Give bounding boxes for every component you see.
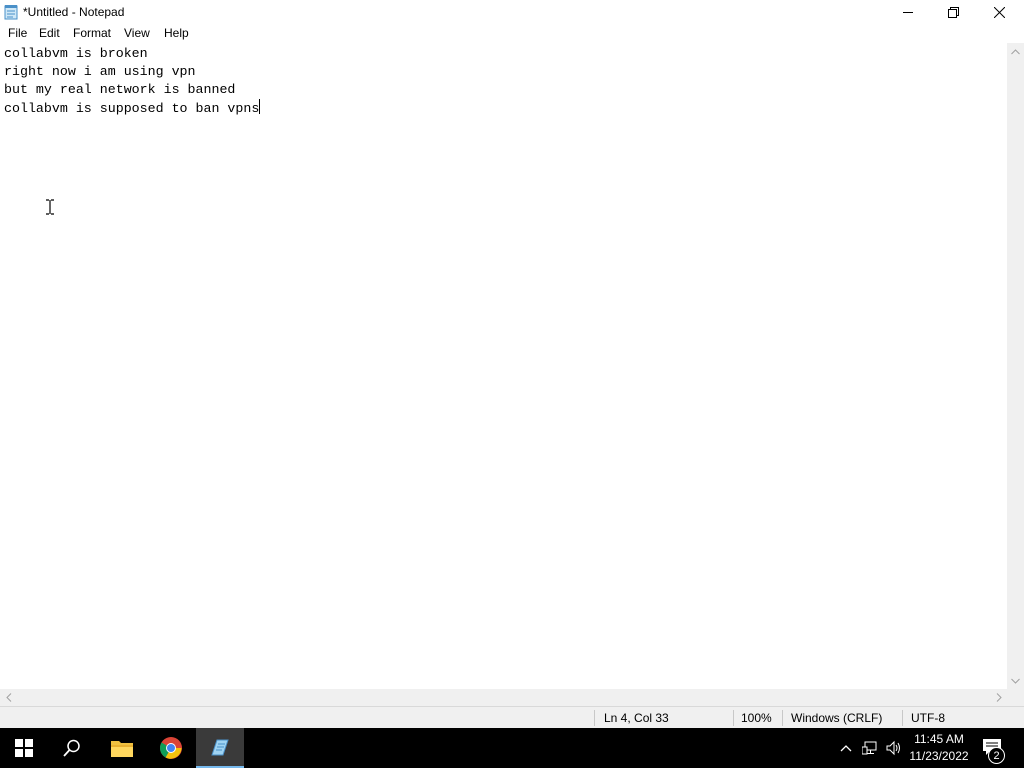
text-editor[interactable]: collabvm is broken right now i am using v… bbox=[0, 43, 1007, 689]
notepad-icon bbox=[211, 739, 229, 756]
search-button[interactable] bbox=[48, 728, 96, 768]
scroll-left-icon[interactable] bbox=[0, 689, 17, 706]
taskbar: 11:45 AM 11/23/2022 2 bbox=[0, 728, 1024, 768]
chrome-icon bbox=[160, 737, 182, 759]
start-icon bbox=[15, 739, 33, 757]
notification-count-badge: 2 bbox=[988, 747, 1005, 764]
clock-time: 11:45 AM bbox=[914, 732, 964, 746]
network-button[interactable] bbox=[862, 740, 878, 756]
clock[interactable]: 11:45 AM 11/23/2022 bbox=[906, 731, 972, 765]
zoom-level: 100% bbox=[741, 711, 772, 725]
status-divider bbox=[902, 710, 903, 726]
editor-line: collabvm is broken bbox=[4, 46, 148, 61]
scroll-up-icon[interactable] bbox=[1007, 43, 1024, 60]
clock-date: 11/23/2022 bbox=[909, 749, 969, 763]
menu-help[interactable]: Help bbox=[164, 26, 189, 40]
close-button[interactable] bbox=[976, 0, 1022, 24]
scroll-down-icon[interactable] bbox=[1007, 672, 1024, 689]
start-button[interactable] bbox=[0, 728, 48, 768]
editor-line: but my real network is banned bbox=[4, 82, 236, 97]
minimize-icon bbox=[903, 12, 913, 13]
status-divider bbox=[782, 710, 783, 726]
status-divider bbox=[733, 710, 734, 726]
file-explorer-button[interactable] bbox=[98, 728, 146, 768]
close-icon bbox=[993, 6, 1005, 18]
window-title: *Untitled - Notepad bbox=[23, 5, 125, 19]
horizontal-scrollbar[interactable] bbox=[0, 689, 1007, 706]
scroll-right-icon[interactable] bbox=[990, 689, 1007, 706]
status-bar: Ln 4, Col 33 100% Windows (CRLF) UTF-8 bbox=[0, 706, 1024, 728]
menu-bar: File Edit Format View Help bbox=[0, 24, 1024, 43]
menu-file[interactable]: File bbox=[8, 26, 27, 40]
ibeam-cursor-icon bbox=[45, 199, 55, 215]
menu-view[interactable]: View bbox=[124, 26, 150, 40]
search-icon bbox=[63, 739, 80, 757]
restore-icon bbox=[947, 6, 959, 18]
line-ending: Windows (CRLF) bbox=[791, 711, 883, 725]
network-icon bbox=[862, 741, 877, 755]
volume-button[interactable] bbox=[886, 740, 902, 756]
editor-line: right now i am using vpn bbox=[4, 64, 196, 79]
chrome-button[interactable] bbox=[147, 728, 195, 768]
minimize-button[interactable] bbox=[885, 0, 931, 24]
restore-button[interactable] bbox=[930, 0, 976, 24]
volume-icon bbox=[886, 740, 900, 756]
vertical-scrollbar[interactable] bbox=[1007, 43, 1024, 689]
editor-line-current: collabvm is supposed to ban vpns bbox=[4, 99, 261, 116]
status-divider bbox=[594, 710, 595, 726]
encoding: UTF-8 bbox=[911, 711, 945, 725]
menu-format[interactable]: Format bbox=[73, 26, 111, 40]
scrollbar-corner bbox=[1007, 689, 1024, 706]
text-caret bbox=[259, 99, 261, 114]
chevron-up-icon bbox=[840, 745, 852, 752]
editor-content[interactable]: collabvm is broken right now i am using v… bbox=[4, 45, 261, 118]
cursor-position: Ln 4, Col 33 bbox=[604, 711, 669, 725]
menu-edit[interactable]: Edit bbox=[39, 26, 60, 40]
title-bar[interactable]: *Untitled - Notepad bbox=[0, 0, 1024, 24]
notepad-icon bbox=[4, 4, 18, 20]
show-hidden-icons-button[interactable] bbox=[838, 740, 854, 756]
notepad-taskbar-button[interactable] bbox=[196, 728, 244, 768]
file-explorer-icon bbox=[111, 741, 133, 757]
